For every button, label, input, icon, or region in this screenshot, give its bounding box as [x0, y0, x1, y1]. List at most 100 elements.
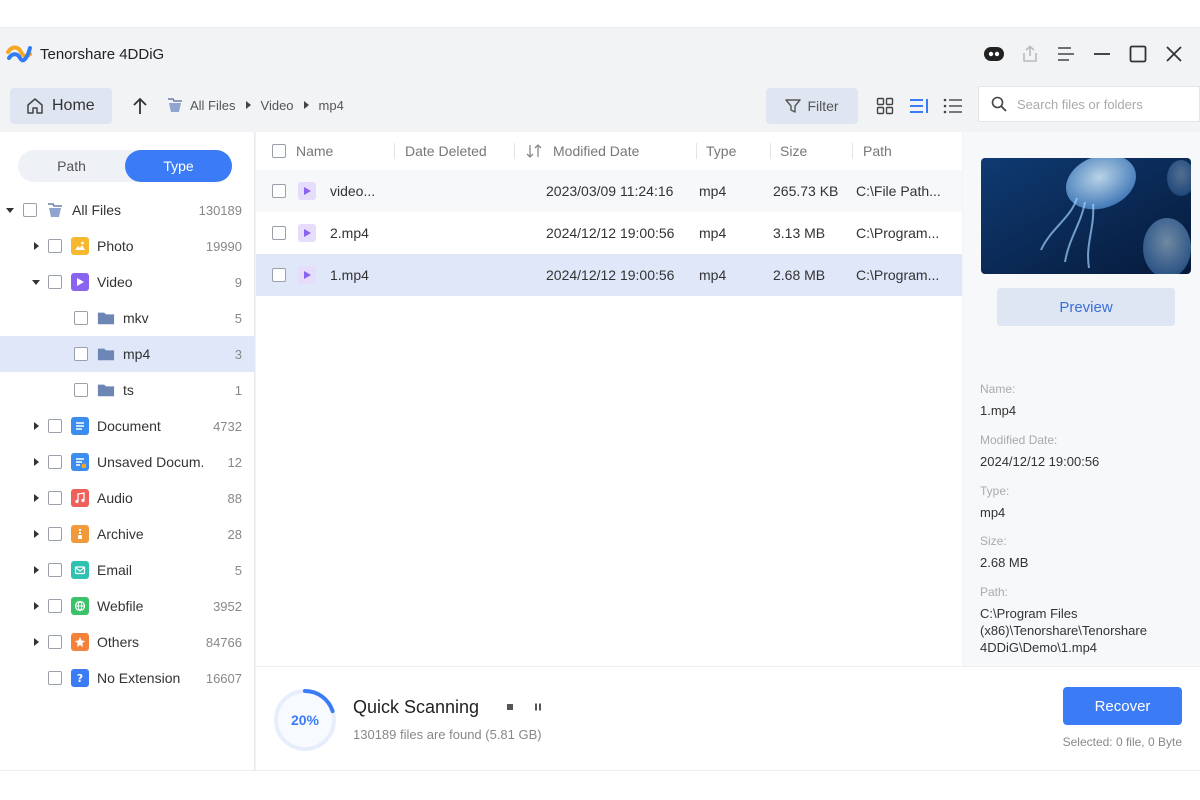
breadcrumb-item-video[interactable]: Video: [261, 98, 294, 113]
file-row[interactable]: video... 2023/03/09 11:24:16 mp4 265.73 KB C…: [256, 170, 962, 212]
tree-item-checkbox[interactable]: [48, 599, 62, 613]
detail-view-button[interactable]: [938, 92, 968, 120]
tree-item-count: 28: [227, 526, 242, 542]
file-row-checkbox[interactable]: [272, 268, 286, 282]
tree-item-checkbox[interactable]: [48, 455, 62, 469]
column-header-size[interactable]: Size: [780, 143, 807, 159]
detail-panel: Preview Name: 1.mp4 Modified Date: 2024/…: [963, 132, 1200, 666]
caret-right-icon[interactable]: [31, 529, 41, 539]
tree-item-checkbox[interactable]: [48, 527, 62, 541]
tree-item-mp4[interactable]: mp4 3: [0, 336, 255, 372]
tree-item-photo[interactable]: Photo 19990: [0, 228, 255, 264]
tree-item-checkbox[interactable]: [48, 275, 62, 289]
caret-right-icon[interactable]: [31, 565, 41, 575]
recover-button[interactable]: Recover: [1063, 687, 1182, 725]
search-input[interactable]: [1017, 96, 1187, 112]
caret-down-icon[interactable]: [5, 205, 15, 215]
tree-item-checkbox[interactable]: [74, 383, 88, 397]
filter-icon: [785, 99, 802, 113]
column-header-date-deleted[interactable]: Date Deleted: [405, 143, 487, 159]
tree-item-archive[interactable]: Archive 28: [0, 516, 255, 552]
tree-item-label: Webfile: [97, 598, 144, 614]
tree-item-all-files[interactable]: All Files 130189: [0, 192, 255, 228]
tree-item-checkbox[interactable]: [48, 419, 62, 433]
column-divider: [770, 143, 771, 159]
tree-item-checkbox[interactable]: [48, 491, 62, 505]
tree-item-video[interactable]: Video 9: [0, 264, 255, 300]
detail-name-value: 1.mp4: [980, 403, 1017, 418]
select-all-checkbox[interactable]: [272, 144, 286, 158]
filter-label: Filter: [807, 98, 839, 114]
list-view-button[interactable]: [904, 92, 934, 120]
file-row[interactable]: 1.mp4 2024/12/12 19:00:56 mp4 2.68 MB C:\Pro…: [256, 254, 962, 296]
stop-scan-button[interactable]: [500, 697, 520, 717]
tree-item-checkbox[interactable]: [48, 671, 62, 685]
preview-button[interactable]: Preview: [997, 288, 1175, 326]
menu-icon: [1058, 47, 1074, 61]
email-icon: [71, 561, 89, 579]
caret-right-icon[interactable]: [31, 241, 41, 251]
file-name: 2.mp4: [330, 225, 369, 241]
column-header-path[interactable]: Path: [863, 143, 892, 159]
close-icon: [1166, 46, 1182, 62]
photo-icon: [71, 237, 89, 255]
grid-view-button[interactable]: [870, 92, 900, 120]
caret-right-icon[interactable]: [31, 493, 41, 503]
tree-item-checkbox[interactable]: [48, 239, 62, 253]
maximize-button[interactable]: [1120, 40, 1156, 68]
pause-scan-button[interactable]: [528, 697, 548, 717]
breadcrumb-item-all-files[interactable]: All Files: [190, 98, 236, 113]
breadcrumb-separator-icon: [303, 101, 309, 109]
tree-item-checkbox[interactable]: [48, 635, 62, 649]
tree-item-checkbox[interactable]: [74, 311, 88, 325]
toolbar: Home All Files Video mp4 Filter: [0, 80, 1200, 130]
scan-files-found: 130189 files are found (5.81 GB): [353, 727, 542, 742]
breadcrumb-item-mp4[interactable]: mp4: [319, 98, 344, 113]
close-button[interactable]: [1156, 40, 1192, 68]
tree-item-ts[interactable]: ts 1: [0, 372, 255, 408]
sort-icon[interactable]: [526, 144, 542, 158]
column-divider: [514, 143, 515, 159]
column-divider: [394, 143, 395, 159]
caret-right-icon[interactable]: [31, 601, 41, 611]
tree-item-audio[interactable]: Audio 88: [0, 480, 255, 516]
column-header-modified-date[interactable]: Modified Date: [553, 143, 639, 159]
tree-item-email[interactable]: Email 5: [0, 552, 255, 588]
caret-right-icon[interactable]: [31, 457, 41, 467]
menu-button[interactable]: [1048, 40, 1084, 68]
tree-item-checkbox[interactable]: [48, 563, 62, 577]
share-button[interactable]: [1012, 40, 1048, 68]
tab-type[interactable]: Type: [125, 150, 232, 182]
assistant-bot-button[interactable]: [976, 40, 1012, 68]
tree-item-no-extension[interactable]: ? No Extension 16607: [0, 660, 255, 696]
minimize-button[interactable]: [1084, 40, 1120, 68]
tree-item-count: 88: [227, 490, 242, 506]
tree-item-document[interactable]: Document 4732: [0, 408, 255, 444]
filter-button[interactable]: Filter: [766, 88, 858, 124]
home-button[interactable]: Home: [10, 88, 112, 124]
caret-down-icon[interactable]: [31, 277, 41, 287]
tab-path[interactable]: Path: [18, 150, 125, 182]
tree-item-count: 3: [234, 346, 242, 362]
file-row-checkbox[interactable]: [272, 184, 286, 198]
tree-item-label: mkv: [123, 310, 149, 326]
tree-item-unsaved-docum[interactable]: Unsaved Docum... 12: [0, 444, 255, 480]
grid-icon: [876, 97, 894, 115]
file-row-checkbox[interactable]: [272, 226, 286, 240]
tree-item-checkbox[interactable]: [74, 347, 88, 361]
navigate-up-button[interactable]: [128, 92, 152, 120]
file-modified-date: 2024/12/12 19:00:56: [546, 267, 675, 283]
tree-item-mkv[interactable]: mkv 5: [0, 300, 255, 336]
preview-thumbnail[interactable]: [981, 158, 1191, 274]
folder-icon: [97, 309, 115, 327]
webfile-icon: [71, 597, 89, 615]
tree-item-checkbox[interactable]: [23, 203, 37, 217]
file-row[interactable]: 2.mp4 2024/12/12 19:00:56 mp4 3.13 MB C:\Pro…: [256, 212, 962, 254]
column-header-name[interactable]: Name: [296, 143, 333, 159]
caret-right-icon[interactable]: [31, 421, 41, 431]
caret-right-icon[interactable]: [31, 637, 41, 647]
tree-item-webfile[interactable]: Webfile 3952: [0, 588, 255, 624]
column-header-type[interactable]: Type: [706, 143, 736, 159]
tree-item-others[interactable]: Others 84766: [0, 624, 255, 660]
tree-item-count: 5: [234, 310, 242, 326]
